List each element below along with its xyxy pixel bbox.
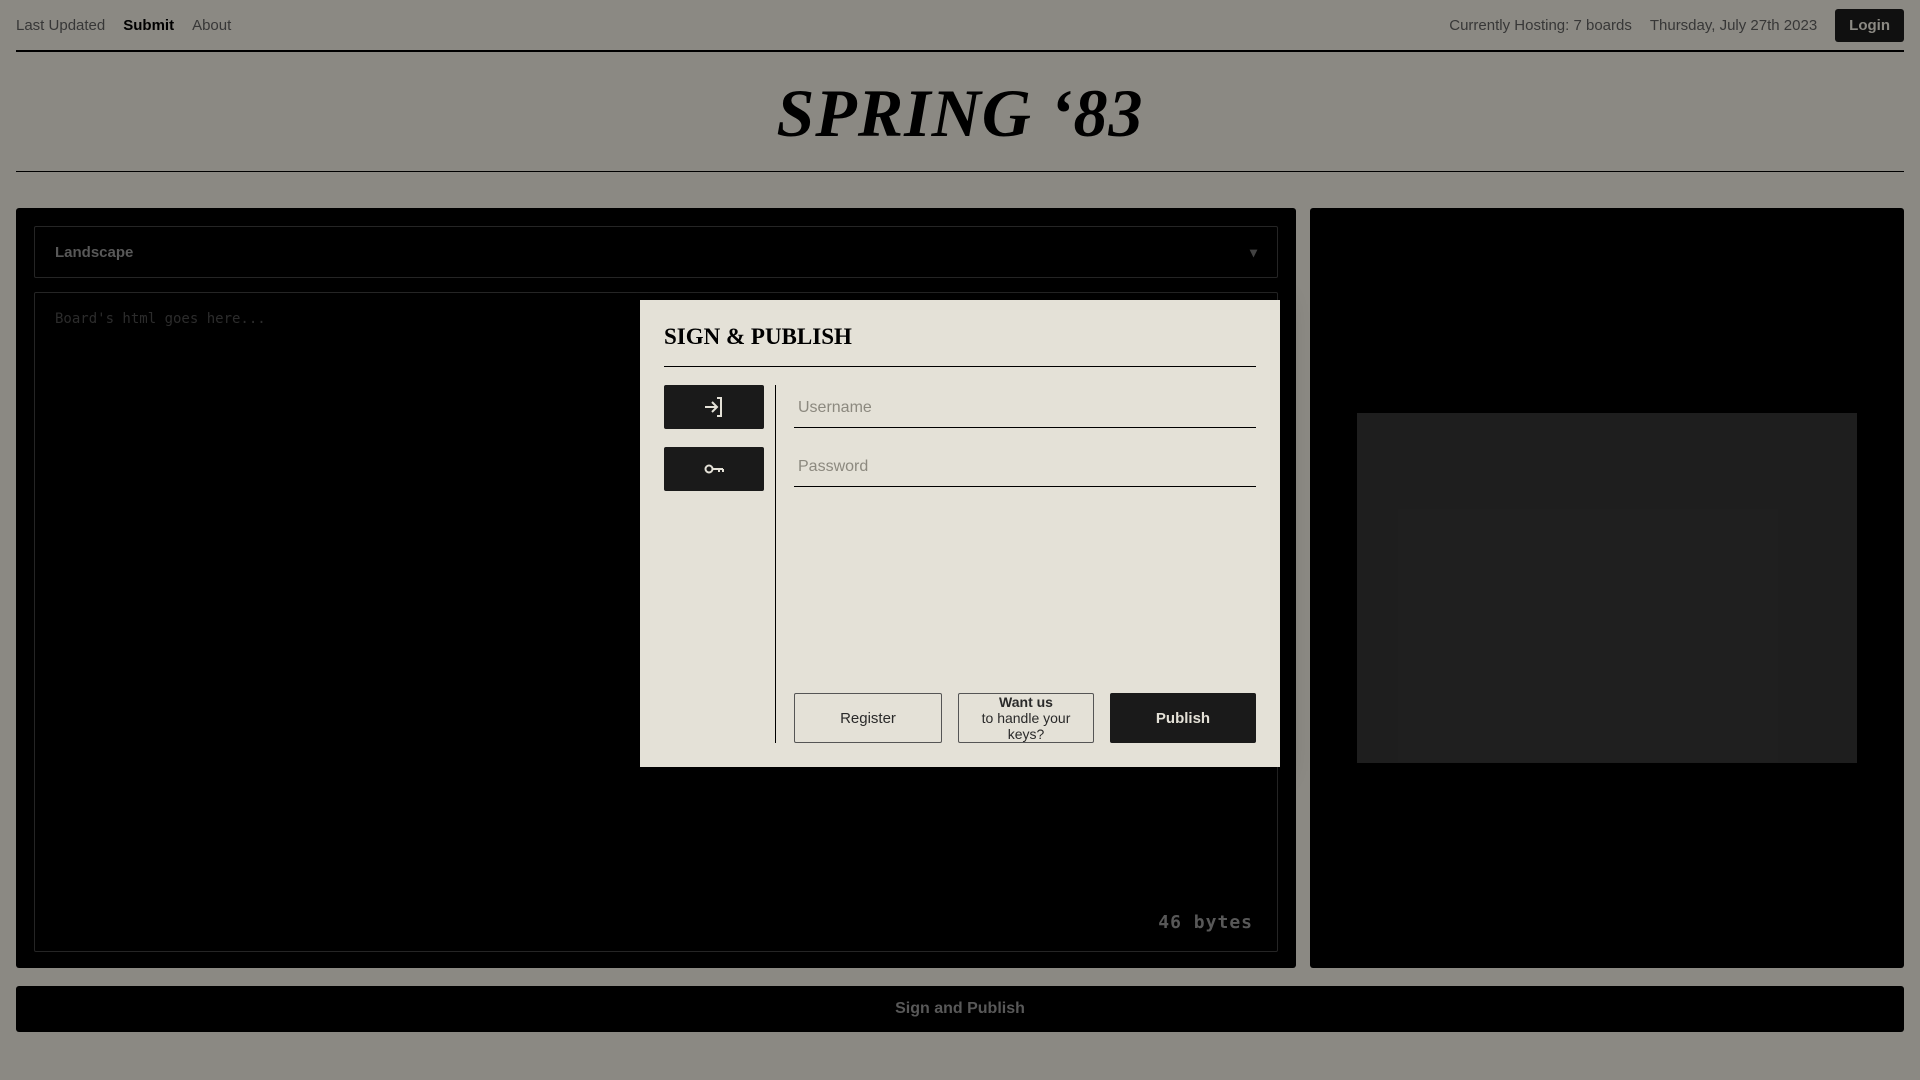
handle-keys-button[interactable]: Want us to handle your keys?	[958, 693, 1094, 743]
modal-tabs	[664, 385, 776, 743]
tab-key[interactable]	[664, 447, 764, 491]
modal-form: Register Want us to handle your keys? Pu…	[776, 385, 1256, 743]
divider	[664, 366, 1256, 367]
sign-publish-modal: SIGN & PUBLISH Register Want us to handl…	[640, 300, 1280, 767]
publish-button[interactable]: Publish	[1110, 693, 1256, 743]
key-icon	[702, 457, 726, 481]
modal-title: SIGN & PUBLISH	[664, 324, 1256, 350]
password-field[interactable]	[794, 444, 1256, 487]
tab-login[interactable]	[664, 385, 764, 429]
modal-body: Register Want us to handle your keys? Pu…	[664, 385, 1256, 743]
username-field[interactable]	[794, 385, 1256, 428]
handle-keys-text: Want us to handle your keys?	[967, 694, 1085, 742]
register-button[interactable]: Register	[794, 693, 942, 743]
modal-actions: Register Want us to handle your keys? Pu…	[794, 693, 1256, 743]
login-icon	[702, 395, 726, 419]
